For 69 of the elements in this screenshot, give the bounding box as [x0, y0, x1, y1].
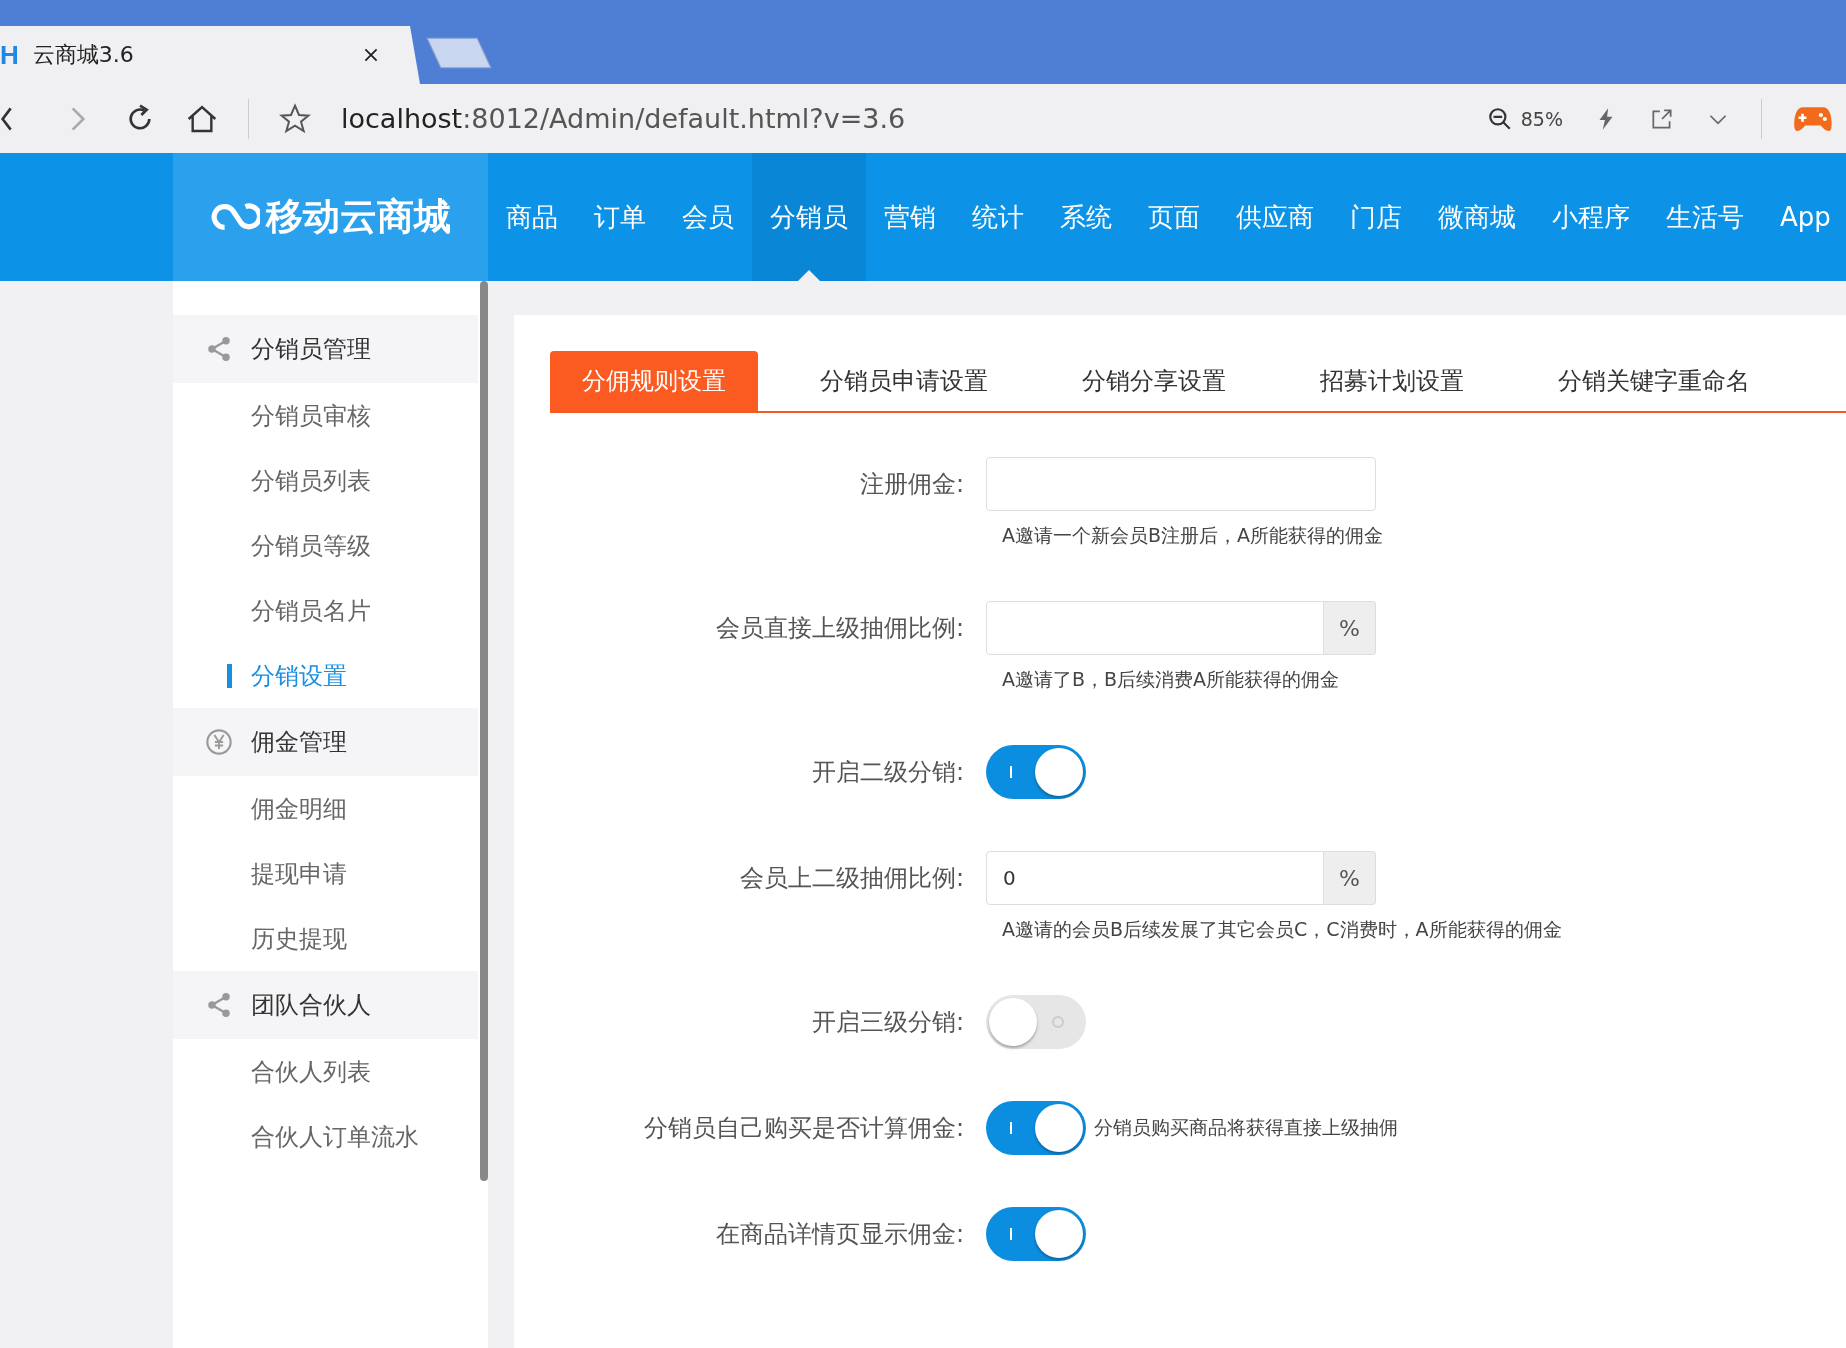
- sidebar-item[interactable]: 分销员列表: [173, 448, 476, 513]
- sidebar-item[interactable]: 合伙人列表: [173, 1039, 476, 1104]
- field-label: 在商品详情页显示佣金:: [714, 1219, 965, 1250]
- input-field[interactable]: 0: [986, 851, 1324, 905]
- sidebar-item[interactable]: 分销员名片: [173, 578, 476, 643]
- logo-text: 移动云商城: [266, 194, 451, 240]
- field-hint: A邀请了B，B后续消费A所能获得的佣金: [1001, 667, 1341, 692]
- zoom-out-icon[interactable]: [1486, 105, 1513, 132]
- nav-item[interactable]: App: [1762, 153, 1846, 281]
- scrollbar[interactable]: [480, 281, 488, 1181]
- field-label: 会员直接上级抽佣比例:: [714, 613, 965, 644]
- sidebar-group-header[interactable]: 佣金管理: [173, 708, 478, 776]
- sidebar-item[interactable]: 分销员等级: [173, 513, 476, 578]
- input-field[interactable]: [986, 601, 1324, 655]
- nav-item[interactable]: 商品: [488, 153, 576, 281]
- sidebar-item[interactable]: 分销员审核: [173, 383, 476, 448]
- new-tab-button[interactable]: [424, 36, 494, 70]
- nav-item[interactable]: 系统: [1042, 153, 1130, 281]
- browser-tab[interactable]: H 云商城3.6: [0, 26, 420, 84]
- toggle-switch[interactable]: [986, 745, 1086, 799]
- nav-item[interactable]: 小程序: [1534, 153, 1648, 281]
- field-label: 开启二级分销:: [810, 757, 965, 788]
- tab-title: 云商城3.6: [32, 41, 135, 69]
- star-icon[interactable]: [279, 102, 311, 135]
- settings-tab[interactable]: 分佣规则设置: [550, 351, 758, 411]
- field-label: 分销员自己购买是否计算佣金:: [642, 1113, 965, 1144]
- sidebar-group-header[interactable]: 团队合伙人: [173, 971, 478, 1039]
- yen-coin-icon: [205, 728, 233, 756]
- share-icon: [205, 335, 233, 363]
- sidebar-group-title: 团队合伙人: [251, 990, 371, 1021]
- nav-item[interactable]: 门店: [1332, 153, 1420, 281]
- percent-addon: %: [1324, 851, 1376, 905]
- toggle-switch[interactable]: [986, 1101, 1086, 1155]
- share-icon: [205, 991, 233, 1019]
- toggle-switch[interactable]: [986, 995, 1086, 1049]
- field-label: 注册佣金:: [858, 469, 965, 500]
- settings-tab[interactable]: 分销员申请设置: [788, 351, 1020, 411]
- nav-item[interactable]: 生活号: [1648, 153, 1762, 281]
- nav-item[interactable]: 页面: [1130, 153, 1218, 281]
- nav-item[interactable]: 统计: [954, 153, 1042, 281]
- nav-item[interactable]: 会员: [664, 153, 752, 281]
- sidebar-item[interactable]: 历史提现: [173, 906, 476, 971]
- nav-item[interactable]: 订单: [576, 153, 664, 281]
- nav-item[interactable]: 供应商: [1218, 153, 1332, 281]
- sidebar-item[interactable]: 提现申请: [173, 841, 476, 906]
- nav-item[interactable]: 微商城: [1420, 153, 1534, 281]
- sidebar-item[interactable]: 合伙人订单流水: [173, 1104, 476, 1169]
- settings-tab[interactable]: 分销关键字重命名: [1526, 351, 1782, 411]
- close-icon[interactable]: [362, 46, 380, 64]
- sidebar-group-header[interactable]: 分销员管理: [173, 315, 478, 383]
- field-hint: A邀请一个新会员B注册后，A所能获得的佣金: [1001, 523, 1384, 548]
- nav-item[interactable]: 分销员: [752, 153, 866, 281]
- zoom-level: 85%: [1520, 107, 1563, 130]
- toggle-note: 分销员购买商品将获得直接上级抽佣: [1094, 1115, 1398, 1140]
- input-field[interactable]: [986, 457, 1376, 511]
- sidebar-item[interactable]: 分销设置: [173, 643, 476, 708]
- field-label: 开启三级分销:: [810, 1007, 965, 1038]
- toggle-switch[interactable]: [986, 1207, 1086, 1261]
- sidebar-item[interactable]: 佣金明细: [173, 776, 476, 841]
- field-hint: A邀请的会员B后续发展了其它会员C，C消费时，A所能获得的佣金: [1001, 917, 1562, 942]
- sidebar-group-title: 佣金管理: [251, 727, 347, 758]
- site-favicon: H: [0, 39, 19, 71]
- field-label: 会员上二级抽佣比例:: [738, 863, 965, 894]
- settings-tab[interactable]: 招募计划设置: [1288, 351, 1496, 411]
- percent-addon: %: [1324, 601, 1376, 655]
- nav-item[interactable]: 营销: [866, 153, 954, 281]
- sidebar-group-title: 分销员管理: [251, 334, 371, 365]
- settings-tab[interactable]: 分销分享设置: [1050, 351, 1258, 411]
- address-field[interactable]: localhost:8012/Admin/default.html?v=3.6: [341, 103, 1457, 134]
